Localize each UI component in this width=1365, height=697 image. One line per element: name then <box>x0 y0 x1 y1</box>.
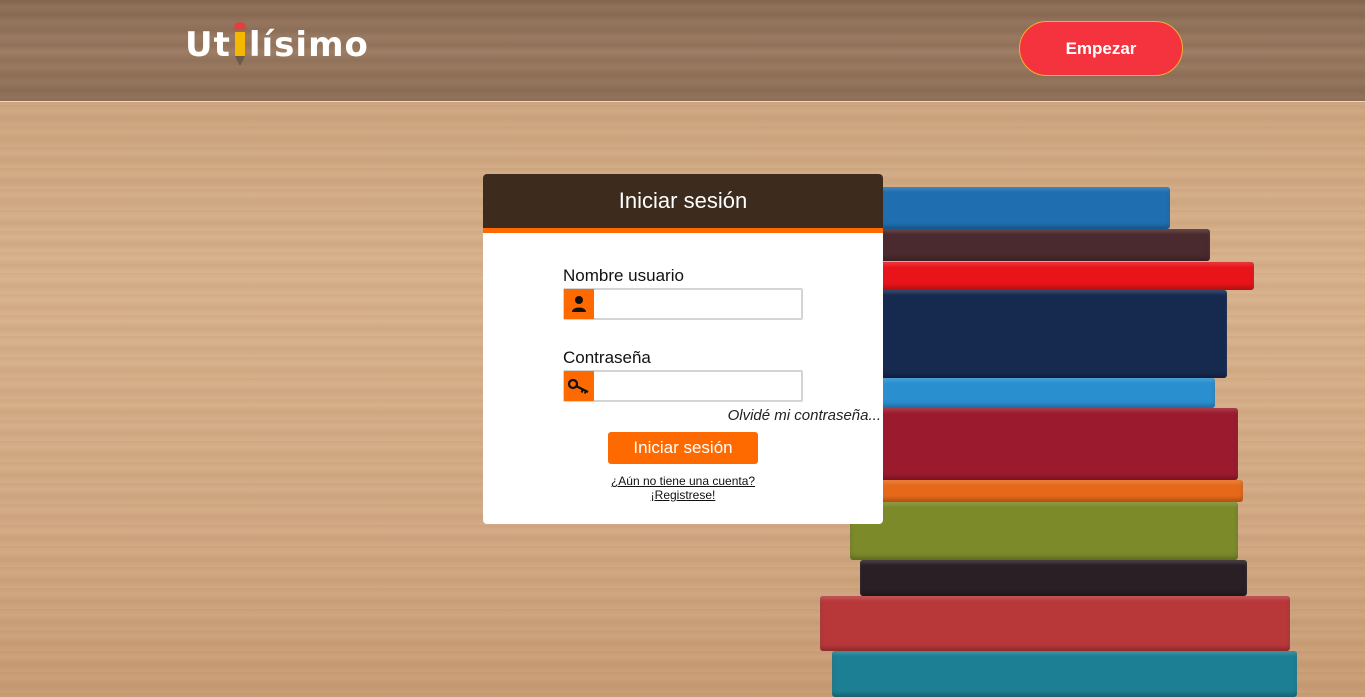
utilisimo-logo[interactable]: Ut lísimo <box>185 22 369 74</box>
pencil-icon <box>233 22 247 66</box>
logo-text-start: Ut <box>185 25 231 65</box>
password-input[interactable] <box>594 372 801 400</box>
password-label: Contraseña <box>563 348 651 367</box>
register-prompt: ¿Aún no tiene una cuenta? ¡Registrese! <box>483 474 883 502</box>
register-link[interactable]: ¡Registrese! <box>651 488 716 502</box>
book-stack-image <box>820 185 1297 697</box>
logo-text-end: lísimo <box>248 25 369 65</box>
start-button[interactable]: Empezar <box>1019 21 1183 76</box>
no-account-link[interactable]: ¿Aún no tiene una cuenta? <box>611 474 755 488</box>
forgot-password-link[interactable]: Olvidé mi contraseña... <box>728 407 881 424</box>
login-button[interactable]: Iniciar sesión <box>608 432 758 464</box>
username-input[interactable] <box>594 290 801 318</box>
login-title: Iniciar sesión <box>483 174 883 233</box>
key-icon <box>564 371 594 401</box>
password-field-group <box>563 370 803 402</box>
username-label: Nombre usuario <box>563 266 684 285</box>
login-card: Iniciar sesión Nombre usuario Contraseña… <box>483 174 883 524</box>
user-icon <box>564 289 594 319</box>
username-field-group <box>563 288 803 320</box>
top-bar: Ut lísimo Empezar <box>0 0 1365 102</box>
